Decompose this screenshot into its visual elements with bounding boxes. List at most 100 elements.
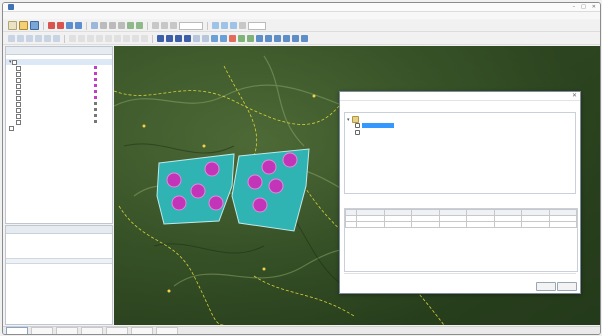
status-tab[interactable] bbox=[31, 326, 53, 334]
layer-checkbox[interactable] bbox=[9, 126, 14, 131]
zoom-layer-icon[interactable] bbox=[184, 35, 191, 42]
zoom-out-icon[interactable] bbox=[166, 35, 173, 42]
report-icon[interactable] bbox=[292, 35, 299, 42]
attribute-icon[interactable] bbox=[105, 35, 112, 42]
circle-feature[interactable] bbox=[247, 174, 263, 190]
grid-icon[interactable] bbox=[212, 22, 219, 29]
circle-feature[interactable] bbox=[171, 195, 187, 211]
polygon-icon[interactable] bbox=[35, 35, 42, 42]
node-icon[interactable] bbox=[17, 35, 24, 42]
tree-checkbox[interactable] bbox=[355, 130, 360, 135]
layer-remove-icon[interactable] bbox=[57, 22, 64, 29]
paste-icon[interactable] bbox=[118, 22, 125, 29]
tree-item-selected[interactable] bbox=[355, 123, 394, 128]
zoom-combo[interactable] bbox=[179, 21, 203, 30]
new-file-icon[interactable] bbox=[8, 21, 17, 30]
delete-icon[interactable] bbox=[114, 35, 121, 42]
map-marker[interactable] bbox=[202, 144, 206, 148]
separator bbox=[147, 21, 148, 30]
split-icon[interactable] bbox=[44, 35, 51, 42]
undo-icon[interactable] bbox=[127, 22, 134, 29]
tree-checkbox[interactable] bbox=[355, 123, 360, 128]
info-icon[interactable] bbox=[170, 22, 177, 29]
export-icon[interactable] bbox=[301, 35, 308, 42]
circle-feature[interactable] bbox=[208, 195, 224, 211]
settings-icon[interactable] bbox=[239, 22, 246, 29]
layer-swatch bbox=[94, 66, 97, 69]
bookmark-icon[interactable] bbox=[238, 35, 245, 42]
circle-feature[interactable] bbox=[268, 178, 284, 194]
rotate-icon[interactable] bbox=[78, 35, 85, 42]
back-icon[interactable] bbox=[211, 35, 218, 42]
status-tab[interactable] bbox=[81, 326, 103, 334]
properties-panel bbox=[5, 225, 113, 325]
label-icon[interactable] bbox=[123, 35, 130, 42]
merge-icon[interactable] bbox=[53, 35, 60, 42]
forward-icon[interactable] bbox=[220, 35, 227, 42]
maximize-icon[interactable]: □ bbox=[581, 4, 586, 10]
copy-icon[interactable] bbox=[109, 22, 116, 29]
close-icon[interactable]: ✕ bbox=[592, 4, 596, 10]
line-icon[interactable] bbox=[26, 35, 33, 42]
tree-item[interactable] bbox=[355, 130, 362, 135]
circle-feature[interactable] bbox=[190, 183, 206, 199]
tree-root[interactable]: ▾ bbox=[347, 116, 361, 123]
status-tab[interactable] bbox=[131, 326, 153, 334]
clip-icon[interactable] bbox=[141, 35, 148, 42]
select-poly-icon[interactable] bbox=[265, 35, 272, 42]
map-marker[interactable] bbox=[312, 94, 316, 98]
zoom-extent-icon[interactable] bbox=[175, 35, 182, 42]
expand-icon[interactable]: ▾ bbox=[347, 117, 350, 123]
cancel-button[interactable] bbox=[557, 282, 577, 291]
minimize-icon[interactable]: – bbox=[573, 4, 576, 10]
layer-add-icon[interactable] bbox=[48, 22, 55, 29]
select-icon[interactable] bbox=[152, 22, 159, 29]
scale-combo[interactable] bbox=[248, 21, 266, 30]
open-folder-icon[interactable] bbox=[19, 21, 28, 30]
layer-root-2[interactable] bbox=[6, 125, 112, 131]
scale-icon[interactable] bbox=[96, 35, 103, 42]
dialog-tree[interactable]: ▾ bbox=[344, 112, 576, 194]
zoom-in-icon[interactable] bbox=[157, 35, 164, 42]
status-tab[interactable] bbox=[6, 326, 28, 334]
table-row[interactable] bbox=[345, 221, 577, 228]
snap-icon[interactable] bbox=[69, 35, 76, 42]
print-icon[interactable] bbox=[91, 22, 98, 29]
map-marker[interactable] bbox=[262, 267, 266, 271]
cut-icon[interactable] bbox=[100, 22, 107, 29]
status-tab[interactable] bbox=[106, 326, 128, 334]
overview-icon[interactable] bbox=[247, 35, 254, 42]
dialog-close-icon[interactable]: ✕ bbox=[572, 92, 577, 99]
map-marker[interactable] bbox=[167, 289, 171, 293]
move-icon[interactable] bbox=[87, 35, 94, 42]
redo-icon[interactable] bbox=[136, 22, 143, 29]
status-tab[interactable] bbox=[56, 326, 78, 334]
tree-item-label bbox=[362, 123, 394, 128]
edit-icon[interactable] bbox=[8, 35, 15, 42]
identify-icon[interactable] bbox=[202, 35, 209, 42]
measure-icon[interactable] bbox=[161, 22, 168, 29]
status-tab[interactable] bbox=[156, 326, 178, 334]
table-icon[interactable] bbox=[221, 22, 228, 29]
circle-feature[interactable] bbox=[166, 172, 182, 188]
menu-bar bbox=[3, 12, 600, 19]
select-rect-icon[interactable] bbox=[256, 35, 263, 42]
circle-feature[interactable] bbox=[282, 152, 298, 168]
circle-feature[interactable] bbox=[204, 161, 220, 177]
vector-icon[interactable] bbox=[66, 22, 73, 29]
result-table bbox=[345, 209, 577, 228]
table-cell bbox=[548, 221, 577, 228]
buffer-icon[interactable] bbox=[132, 35, 139, 42]
map-marker[interactable] bbox=[142, 124, 146, 128]
select-attr-icon[interactable] bbox=[274, 35, 281, 42]
clear-select-icon[interactable] bbox=[283, 35, 290, 42]
raster-icon[interactable] bbox=[75, 22, 82, 29]
pan-icon[interactable] bbox=[193, 35, 200, 42]
ok-button[interactable] bbox=[536, 282, 556, 291]
save-icon[interactable] bbox=[30, 21, 39, 30]
circle-feature[interactable] bbox=[261, 159, 277, 175]
layer-swatch bbox=[94, 96, 97, 99]
chart-icon[interactable] bbox=[230, 22, 237, 29]
refresh-icon[interactable] bbox=[229, 35, 236, 42]
circle-feature[interactable] bbox=[252, 197, 268, 213]
